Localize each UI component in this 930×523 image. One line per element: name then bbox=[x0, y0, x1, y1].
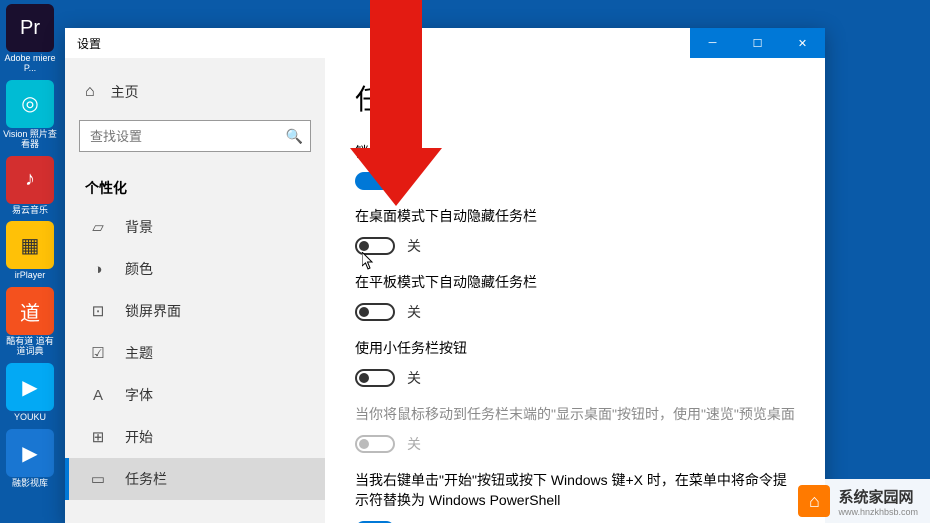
font-icon: A bbox=[89, 387, 107, 404]
desktop-icon[interactable]: PrAdobe miere P... bbox=[0, 4, 60, 74]
sidebar-item-lockscreen[interactable]: ⊡ 锁屏界面 bbox=[65, 290, 325, 332]
setting-label: 当我右键单击"开始"按钮或按下 Windows 键+X 时，在菜单中将命令提示符… bbox=[355, 470, 795, 510]
sidebar-item-background[interactable]: ▱ 背景 bbox=[65, 206, 325, 248]
setting-label: 当你将鼠标移动到任务栏末端的"显示桌面"按钮时，使用"速览"预览桌面 bbox=[355, 404, 795, 424]
sidebar-item-label: 开始 bbox=[125, 427, 153, 447]
auto-hide-desktop-toggle[interactable] bbox=[355, 237, 395, 255]
sidebar-item-label: 任务栏 bbox=[125, 469, 167, 489]
settings-window: 设置 ─ ☐ ✕ ⌂ 主页 🔍 个性化 ▱ 背景 ◑ 颜色 bbox=[65, 28, 825, 523]
search-icon: 🔍 bbox=[286, 128, 303, 145]
sidebar-item-taskbar[interactable]: ▭ 任务栏 bbox=[65, 458, 325, 500]
taskbar-icon: ▭ bbox=[89, 470, 107, 488]
theme-icon: ☑ bbox=[89, 344, 107, 362]
home-icon: ⌂ bbox=[85, 83, 95, 101]
annotation-arrow bbox=[356, 0, 436, 210]
watermark: ⌂ 系统家园网 www.hnzkhbsb.com bbox=[790, 479, 930, 523]
setting-label: 使用小任务栏按钮 bbox=[355, 338, 795, 358]
peek-preview-toggle bbox=[355, 435, 395, 453]
sidebar-heading: 个性化 bbox=[65, 170, 325, 206]
titlebar: 设置 ─ ☐ ✕ bbox=[65, 28, 825, 58]
search-wrap: 🔍 bbox=[79, 120, 311, 152]
lockscreen-icon: ⊡ bbox=[89, 302, 107, 320]
sidebar-item-label: 背景 bbox=[125, 217, 153, 237]
desktop-icon[interactable]: 道酷有道 追有道词典 bbox=[0, 287, 60, 357]
sidebar-home[interactable]: ⌂ 主页 bbox=[65, 72, 325, 112]
sidebar-item-label: 字体 bbox=[125, 385, 153, 405]
picture-icon: ▱ bbox=[89, 218, 107, 236]
watermark-icon: ⌂ bbox=[798, 485, 830, 517]
sidebar-item-label: 主题 bbox=[125, 343, 153, 363]
desktop-icon[interactable]: ▦irPlayer bbox=[0, 221, 60, 281]
sidebar-item-fonts[interactable]: A 字体 bbox=[65, 374, 325, 416]
sidebar-item-label: 锁屏界面 bbox=[125, 301, 181, 321]
desktop-icon[interactable]: ▶融影视库 bbox=[0, 429, 60, 489]
close-button[interactable]: ✕ bbox=[780, 28, 825, 58]
toggle-state: 关 bbox=[407, 302, 421, 322]
auto-hide-tablet-toggle[interactable] bbox=[355, 303, 395, 321]
start-icon: ⊞ bbox=[89, 428, 107, 446]
sidebar-item-colors[interactable]: ◑ 颜色 bbox=[65, 248, 325, 290]
watermark-text: 系统家园网 bbox=[838, 486, 918, 507]
setting-label: 在平板模式下自动隐藏任务栏 bbox=[355, 272, 795, 292]
sidebar-item-start[interactable]: ⊞ 开始 bbox=[65, 416, 325, 458]
desktop-icon[interactable]: ◎Vision 照片查看器 bbox=[0, 80, 60, 150]
toggle-state: 关 bbox=[407, 434, 421, 454]
watermark-sub: www.hnzkhbsb.com bbox=[838, 507, 918, 517]
toggle-state: 关 bbox=[407, 368, 421, 388]
desktop-icon[interactable]: ♪易云音乐 bbox=[0, 156, 60, 216]
toggle-state: 关 bbox=[407, 236, 421, 256]
maximize-button[interactable]: ☐ bbox=[735, 28, 780, 58]
sidebar: ⌂ 主页 🔍 个性化 ▱ 背景 ◑ 颜色 ⊡ 锁屏界面 ☑ 主题 bbox=[65, 58, 325, 523]
sidebar-item-label: 颜色 bbox=[125, 259, 153, 279]
small-buttons-toggle[interactable] bbox=[355, 369, 395, 387]
minimize-button[interactable]: ─ bbox=[690, 28, 735, 58]
desktop-icons: PrAdobe miere P... ◎Vision 照片查看器 ♪易云音乐 ▦… bbox=[0, 0, 60, 523]
search-input[interactable] bbox=[79, 120, 311, 152]
sidebar-home-label: 主页 bbox=[111, 82, 139, 102]
palette-icon: ◑ bbox=[89, 261, 107, 278]
sidebar-item-themes[interactable]: ☑ 主题 bbox=[65, 332, 325, 374]
desktop-icon[interactable]: ▶YOUKU bbox=[0, 363, 60, 423]
